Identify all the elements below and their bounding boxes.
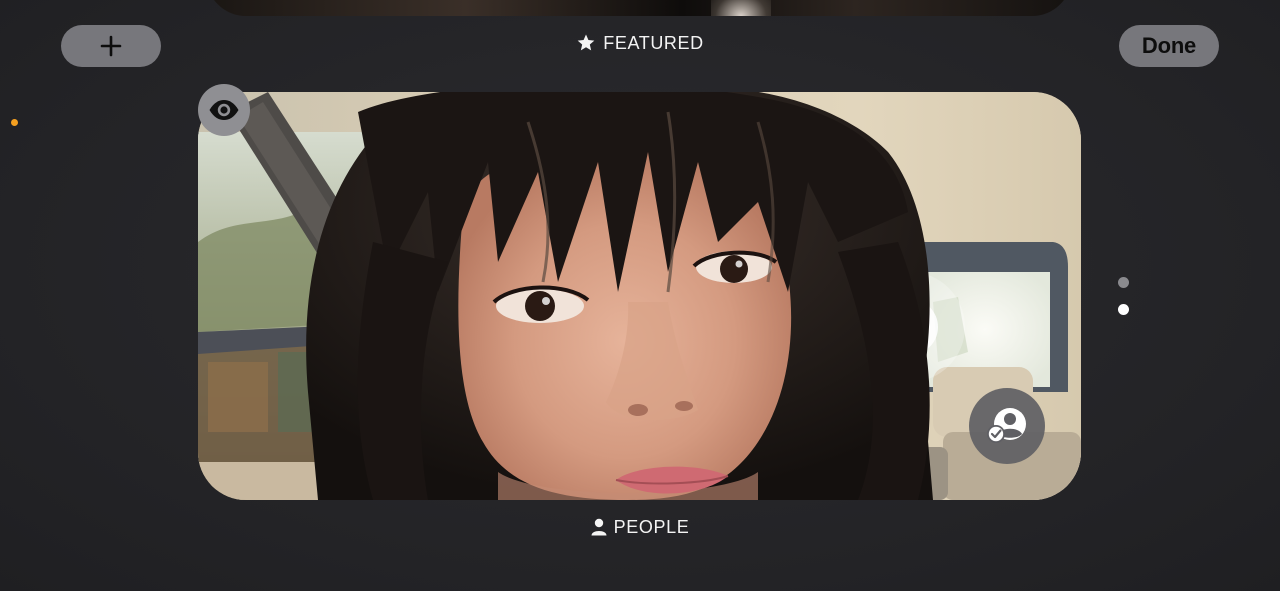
featured-section-label: FEATURED [0,31,1280,55]
people-filter-button[interactable] [969,388,1045,464]
people-check-icon [987,408,1026,443]
page-indicator-dot-2-active[interactable] [1118,304,1129,315]
wallpaper-card-people[interactable] [198,92,1081,500]
status-indicator-dot [11,119,18,126]
eye-icon [209,100,239,120]
previous-wallpaper-card[interactable] [206,0,1072,16]
done-button[interactable]: Done [1119,25,1219,67]
person-icon [591,518,607,536]
featured-label-text: FEATURED [603,32,704,53]
page-indicator-dot-1[interactable] [1118,277,1129,288]
star-icon [576,33,596,53]
visibility-toggle-button[interactable] [198,84,250,136]
portrait-photo [198,92,1081,500]
people-label-text: PEOPLE [613,516,690,537]
previous-card-highlight [711,0,771,16]
wallpaper-gallery-screen: FEATURED Done PEOPLE [0,0,1280,591]
people-section-label: PEOPLE [0,515,1280,539]
